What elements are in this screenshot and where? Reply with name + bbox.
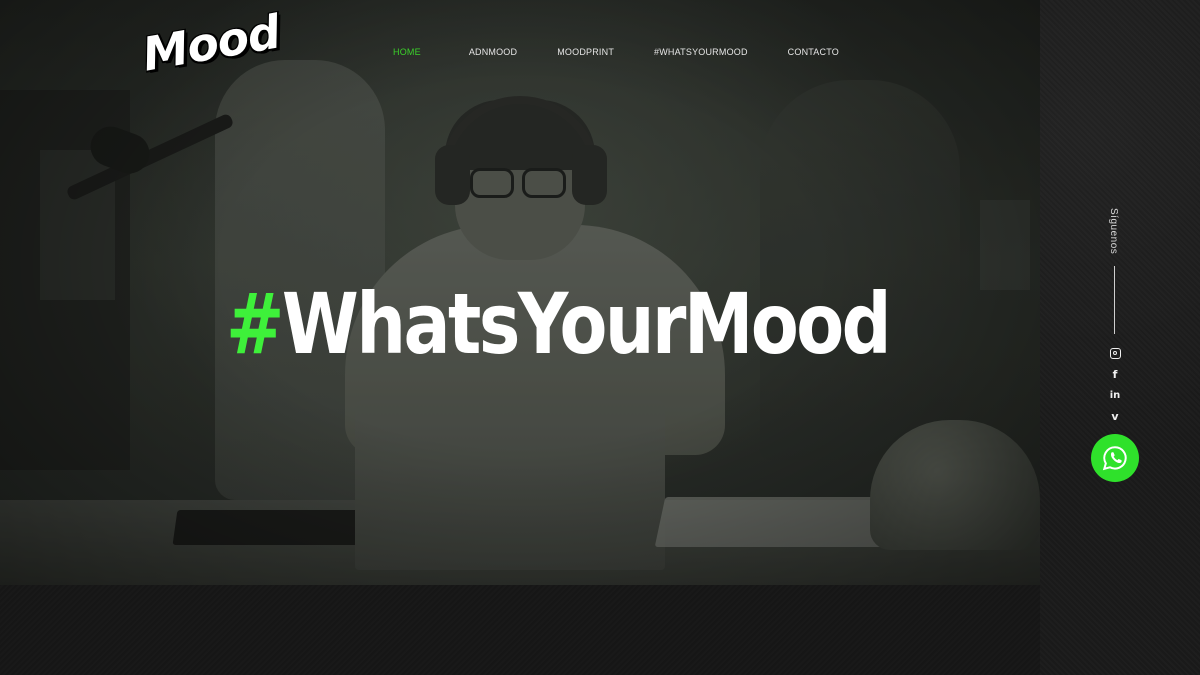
hero-title-hash: # xyxy=(226,275,284,373)
vimeo-glyph: v xyxy=(1111,409,1119,423)
bottom-band xyxy=(0,585,1040,675)
nav-item-contacto[interactable]: CONTACTO xyxy=(788,47,839,57)
main-nav: HOME ADNMOOD MOODPRINT #WHATSYOURMOOD CO… xyxy=(393,47,839,57)
nav-item-adnmood[interactable]: ADNMOOD xyxy=(469,47,517,57)
facebook-glyph: f xyxy=(1112,367,1118,381)
vimeo-icon[interactable]: v xyxy=(1106,408,1124,424)
instagram-icon[interactable] xyxy=(1106,345,1124,361)
side-strip xyxy=(1040,0,1200,675)
facebook-icon[interactable]: f xyxy=(1106,366,1124,382)
nav-item-home[interactable]: HOME xyxy=(393,47,421,57)
nav-item-moodprint[interactable]: MOODPRINT xyxy=(557,47,614,57)
follow-divider xyxy=(1114,266,1115,334)
whatsapp-icon xyxy=(1102,446,1127,471)
follow-label: Síguenos xyxy=(1108,208,1119,255)
linkedin-icon[interactable]: in xyxy=(1106,387,1124,403)
instagram-glyph xyxy=(1109,347,1121,359)
whatsapp-button[interactable] xyxy=(1091,434,1139,482)
page: Mood HOME ADNMOOD MOODPRINT #WHATSYOURMO… xyxy=(0,0,1200,675)
nav-item-whatsyourmood[interactable]: #WHATSYOURMOOD xyxy=(654,47,748,57)
hero-title-text: WhatsYourMood xyxy=(281,275,892,373)
linkedin-glyph: in xyxy=(1109,389,1121,401)
hero-title: #WhatsYourMood xyxy=(226,282,892,366)
